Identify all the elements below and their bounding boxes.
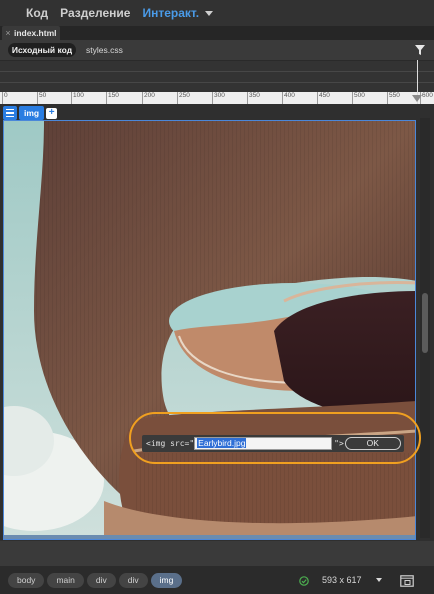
close-icon[interactable]: ×: [2, 28, 14, 38]
ruler-tick: 300: [212, 92, 225, 104]
ruler-tick: 400: [282, 92, 295, 104]
document-tab-label: index.html: [14, 28, 57, 38]
window-size-select[interactable]: 593 x 617: [318, 572, 386, 588]
scrollbar-thumb[interactable]: [422, 293, 428, 353]
chevron-down-icon: [376, 578, 382, 582]
styles-css-tab[interactable]: styles.css: [86, 43, 123, 57]
horizontal-ruler: 0 50 100 150 200 250 300 350 400 450 500…: [0, 60, 434, 104]
tag-suffix: ">: [334, 439, 344, 448]
dreamweaver-window: Код Разделение Интеракт. × index.html Ис…: [0, 0, 434, 594]
ok-button[interactable]: OK: [344, 437, 401, 450]
document-tab[interactable]: × index.html: [2, 26, 60, 40]
breadcrumb-img[interactable]: img: [150, 572, 183, 588]
view-switcher: Код Разделение Интеракт.: [0, 0, 434, 26]
ruler-tick: 350: [247, 92, 260, 104]
quick-tag-editor: <img src=" Earlybird.jpg "> OK: [142, 435, 404, 452]
ruler-tick: 150: [106, 92, 119, 104]
width-marker-handle[interactable]: [412, 95, 422, 102]
ruler-tick: 50: [37, 92, 46, 104]
ruler-tick: 250: [177, 92, 190, 104]
src-input[interactable]: Earlybird.jpg: [194, 437, 333, 450]
status-bar: body main div div img 593 x 617: [0, 566, 434, 594]
element-hud: img +: [3, 106, 58, 120]
ruler-tick: 450: [317, 92, 330, 104]
breadcrumb-body[interactable]: body: [8, 572, 45, 588]
toolbar-divider: [0, 82, 434, 83]
live-view-button[interactable]: Интеракт.: [142, 6, 199, 20]
related-files-bar: Исходный код styles.css: [0, 40, 434, 60]
tag-prefix: <img src=": [146, 439, 195, 448]
check-circle-icon: [299, 576, 309, 586]
breadcrumb-main[interactable]: main: [47, 572, 84, 588]
canvas-bottom-area: [0, 541, 434, 566]
window-size-value: 593 x 617: [322, 575, 362, 585]
ruler-tick: 200: [142, 92, 155, 104]
building-photo: [4, 121, 415, 539]
document-tab-row: × index.html: [0, 26, 434, 40]
hamburger-menu-icon[interactable]: [3, 106, 17, 120]
live-view-canvas: img +: [0, 104, 434, 566]
toolbar-divider: [0, 71, 434, 72]
ruler-tick: 550: [387, 92, 400, 104]
add-class-button[interactable]: +: [46, 107, 58, 119]
ruler-tick: 100: [71, 92, 84, 104]
src-input-value: Earlybird.jpg: [197, 438, 247, 448]
element-tag-label[interactable]: img: [19, 106, 45, 120]
filter-icon[interactable]: [414, 44, 426, 56]
code-view-button[interactable]: Код: [26, 6, 48, 20]
source-code-tab[interactable]: Исходный код: [8, 43, 76, 57]
ruler-tick: 500: [352, 92, 365, 104]
ruler-tick: 0: [2, 92, 8, 104]
toolbar-strip: [0, 60, 434, 92]
split-view-button[interactable]: Разделение: [60, 6, 130, 20]
browser-preview-icon[interactable]: [400, 575, 414, 587]
vertical-scrollbar[interactable]: [420, 118, 430, 538]
breadcrumb-div[interactable]: div: [86, 572, 116, 588]
chevron-down-icon[interactable]: [205, 10, 214, 16]
selected-image[interactable]: [3, 120, 416, 540]
breadcrumb-div[interactable]: div: [118, 572, 148, 588]
